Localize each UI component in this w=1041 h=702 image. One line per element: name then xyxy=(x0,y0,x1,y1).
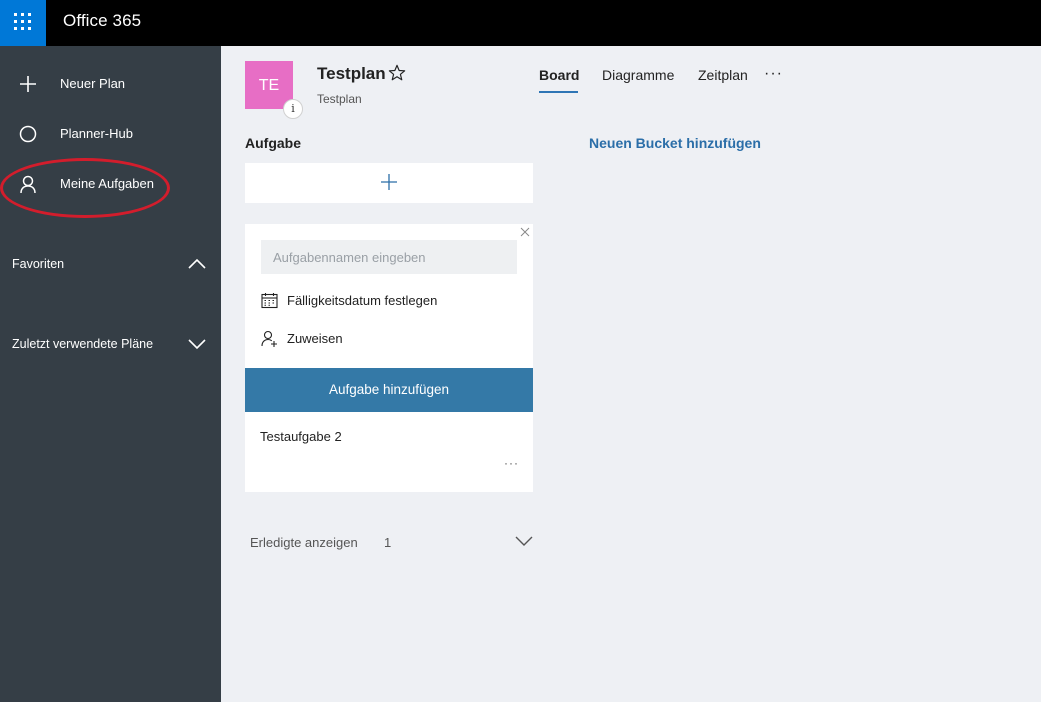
task-more-icon[interactable]: ··· xyxy=(504,456,519,470)
add-bucket-link[interactable]: Neuen Bucket hinzufügen xyxy=(589,135,761,151)
section-favorites[interactable]: Favoriten xyxy=(0,249,221,279)
sidebar-item-label: Planner-Hub xyxy=(60,126,133,141)
task-card-title[interactable]: Testaufgabe 2 xyxy=(260,429,342,444)
circle-icon xyxy=(19,125,37,143)
add-task-submit-button[interactable]: Aufgabe hinzufügen xyxy=(245,368,533,412)
task-name-input[interactable] xyxy=(261,240,517,274)
sidebar-item-planner-hub[interactable]: Planner-Hub xyxy=(0,114,221,154)
plus-icon xyxy=(20,76,36,92)
close-icon[interactable] xyxy=(520,226,530,238)
chevron-up-icon xyxy=(188,258,206,269)
assign-button[interactable]: Zuweisen xyxy=(261,327,521,351)
sidebar-item-new-plan[interactable]: Neuer Plan xyxy=(0,64,221,104)
sidebar-item-label: Neuer Plan xyxy=(60,76,126,91)
section-recent-plans[interactable]: Zuletzt verwendete Pläne xyxy=(0,329,221,359)
calendar-icon xyxy=(261,293,278,309)
plan-subtitle: Testplan xyxy=(317,92,362,106)
section-label: Favoriten xyxy=(12,257,65,271)
person-icon xyxy=(20,175,36,194)
active-tab-indicator xyxy=(539,91,578,93)
assign-label: Zuweisen xyxy=(287,331,343,346)
top-bar: Office 365 xyxy=(0,0,1041,46)
plus-icon xyxy=(381,174,397,190)
tab-board[interactable]: Board xyxy=(539,67,579,83)
tab-schedule[interactable]: Zeitplan xyxy=(698,67,748,83)
app-launcher-button[interactable] xyxy=(0,0,46,46)
info-icon[interactable]: i xyxy=(283,99,303,119)
bucket-title[interactable]: Aufgabe xyxy=(245,135,301,151)
chevron-down-icon xyxy=(515,536,533,546)
sidebar: Neuer Plan Planner-Hub Meine Aufgaben Fa… xyxy=(0,46,221,702)
section-label: Zuletzt verwendete Pläne xyxy=(12,337,154,351)
show-completed-toggle[interactable]: Erledigte anzeigen 1 xyxy=(245,530,535,556)
add-task-button[interactable] xyxy=(245,163,533,203)
sidebar-item-my-tasks[interactable]: Meine Aufgaben xyxy=(0,164,221,204)
completed-count: 1 xyxy=(384,535,392,550)
set-due-date-button[interactable]: Fälligkeitsdatum festlegen xyxy=(261,289,521,313)
star-icon[interactable] xyxy=(388,64,406,82)
sidebar-item-label: Meine Aufgaben xyxy=(60,176,154,191)
due-date-label: Fälligkeitsdatum festlegen xyxy=(287,293,438,308)
completed-label: Erledigte anzeigen xyxy=(250,535,358,550)
more-options-icon[interactable]: ··· xyxy=(764,65,783,83)
chevron-down-icon xyxy=(188,339,206,350)
tab-charts[interactable]: Diagramme xyxy=(602,67,674,83)
assign-person-icon xyxy=(261,330,277,347)
plan-title: Testplan xyxy=(317,64,386,83)
brand-title[interactable]: Office 365 xyxy=(63,11,141,31)
waffle-grid-icon xyxy=(14,13,31,30)
